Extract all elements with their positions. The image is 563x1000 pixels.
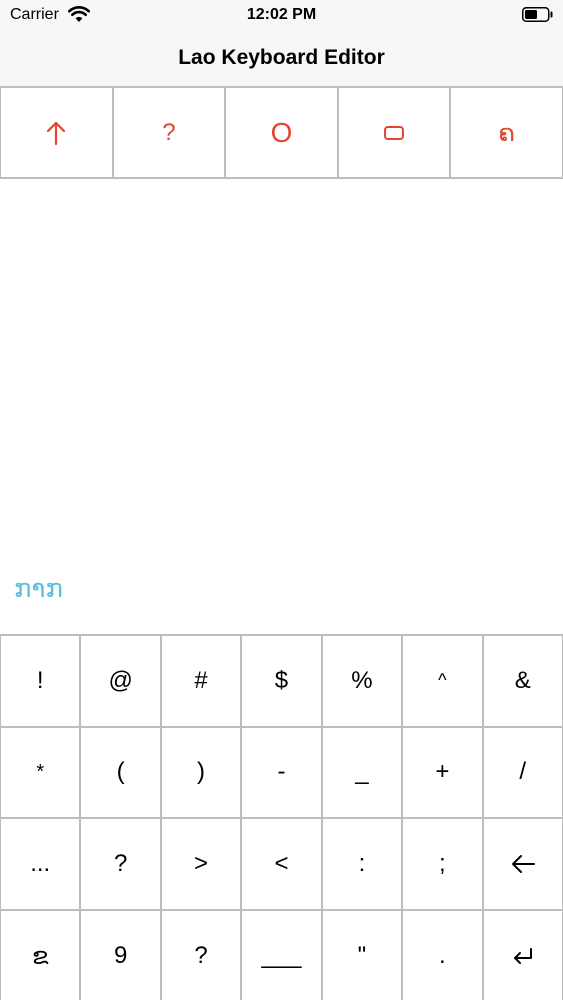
key-ampersand[interactable]: &	[483, 636, 563, 726]
key-asterisk[interactable]: *	[0, 727, 82, 817]
question-label: ?	[162, 118, 176, 146]
rounded-rect-icon	[384, 125, 405, 140]
key-slash[interactable]: /	[483, 727, 563, 817]
backspace-key[interactable]	[483, 819, 563, 909]
space-key[interactable]: ___	[242, 910, 323, 1000]
key-caret[interactable]: ^	[403, 636, 484, 726]
key-question-2[interactable]: ?	[161, 910, 243, 1000]
circle-label: O	[270, 116, 293, 148]
battery-icon	[522, 7, 553, 22]
editor-toolbar: ? O ຄ	[0, 86, 563, 179]
key-percent[interactable]: %	[322, 636, 404, 726]
return-icon	[513, 948, 532, 965]
key-ellipsis[interactable]: ...	[0, 819, 82, 909]
circle-button[interactable]: O	[226, 88, 339, 177]
keyboard-row: ! @ # $ % ^ &	[0, 636, 563, 728]
arrow-up-icon	[47, 121, 66, 145]
status-bar: Carrier 12:02 PM	[0, 0, 563, 30]
keyboard-row: ... ? > < : ;	[0, 819, 563, 911]
page-title: Lao Keyboard Editor	[178, 46, 385, 69]
key-at[interactable]: @	[81, 636, 162, 726]
key-plus[interactable]: +	[403, 727, 484, 817]
lao-char-label: ຄ	[498, 118, 515, 147]
keyboard-row: ຂ 9 ? ___ " .	[0, 910, 563, 1000]
key-question[interactable]: ?	[81, 819, 162, 909]
key-exclamation[interactable]: !	[0, 636, 82, 726]
key-dollar[interactable]: $	[242, 636, 323, 726]
key-hyphen[interactable]: -	[242, 727, 323, 817]
key-lao-kho[interactable]: ຂ	[0, 910, 82, 1000]
key-semicolon[interactable]: ;	[403, 819, 484, 909]
key-nine[interactable]: 9	[81, 910, 162, 1000]
key-close-paren[interactable]: )	[161, 727, 243, 817]
shift-button[interactable]	[0, 88, 114, 177]
question-button[interactable]: ?	[113, 88, 227, 177]
symbol-keyboard: ! @ # $ % ^ & * ( ) - _ + / ... ? > < : …	[0, 634, 563, 1000]
status-time: 12:02 PM	[246, 6, 317, 23]
key-less-than[interactable]: <	[242, 819, 323, 909]
key-double-quote[interactable]: "	[322, 910, 404, 1000]
lao-char-button[interactable]: ຄ	[451, 88, 563, 177]
key-hash[interactable]: #	[161, 636, 243, 726]
keyboard-row: * ( ) - _ + /	[0, 727, 563, 819]
key-underscore[interactable]: _	[322, 727, 404, 817]
key-open-paren[interactable]: (	[81, 727, 162, 817]
text-editor[interactable]: ກາກ	[0, 179, 563, 634]
frame-button[interactable]	[338, 88, 452, 177]
key-colon[interactable]: :	[322, 819, 404, 909]
arrow-left-icon	[511, 854, 535, 873]
key-greater-than[interactable]: >	[161, 819, 243, 909]
navigation-bar: Lao Keyboard Editor	[0, 30, 563, 86]
return-key[interactable]	[483, 910, 563, 1000]
editor-text: ກາກ	[14, 574, 63, 604]
key-period[interactable]: .	[403, 910, 484, 1000]
